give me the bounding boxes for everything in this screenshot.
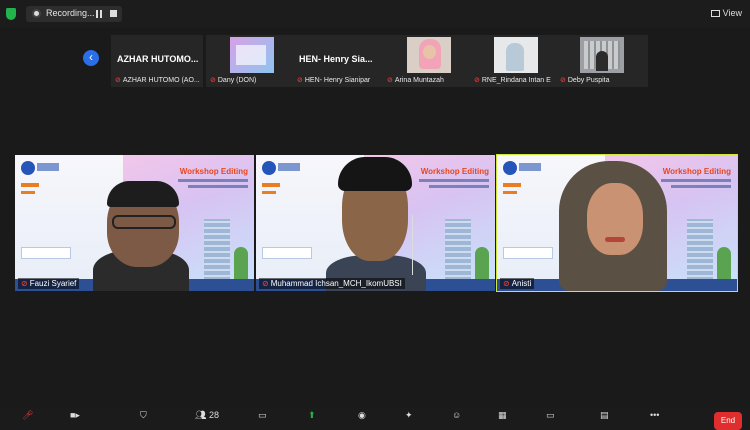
strip-previous-button[interactable]: ‹	[83, 50, 99, 66]
mic-muted-icon: ⊘	[474, 77, 480, 84]
mic-muted-icon: ⊘	[210, 77, 216, 84]
participant-thumb[interactable]: ⊘ Dany (DON)	[206, 35, 298, 87]
mic-muted-icon: ⊘	[560, 77, 566, 84]
mic-muted-icon: ⊘	[115, 77, 121, 84]
record-icon[interactable]: ◉	[358, 410, 366, 424]
participant-name-label: ⊘ Fauzi Syarief	[18, 278, 80, 289]
share-screen-icon[interactable]: ⬆	[308, 410, 316, 424]
university-logo-icon	[503, 161, 517, 175]
video-camera-icon[interactable]: ■▸	[70, 410, 80, 424]
video-tile-active-speaker[interactable]: Workshop Editing ⊘ Anisti	[496, 154, 738, 292]
participant-name-label: ⊘ Dany (DON)	[210, 77, 257, 84]
video-tile[interactable]: Workshop Editing ⊘ Muhammad Ichsan_MCH_Ik…	[256, 155, 495, 291]
end-meeting-button[interactable]: End	[714, 412, 742, 430]
meeting-toolbar	[0, 408, 750, 430]
participant-name-label: ⊘ HEN- Henry Sianipar	[297, 77, 371, 84]
participants-icon: 👥︎	[195, 410, 207, 420]
university-logo-icon	[262, 161, 276, 175]
earphone-cable	[402, 215, 413, 275]
mic-muted-icon: ⊘	[387, 77, 393, 84]
tree-image	[475, 247, 489, 281]
mic-muted-icon: ⊘	[21, 279, 28, 288]
view-label: View	[722, 8, 742, 18]
apps-icon[interactable]: ▦	[498, 410, 507, 424]
building-image	[687, 219, 713, 281]
unmute-mic-icon[interactable]: 🎤︎	[22, 410, 33, 424]
mic-muted-icon: ⊘	[297, 77, 303, 84]
slide-title: Workshop Editing	[179, 167, 248, 176]
participants-count: 28	[208, 410, 219, 420]
view-button[interactable]: View	[710, 8, 742, 18]
participant-thumb[interactable]: ⊘ Arina Muntazah	[383, 35, 475, 87]
participant-name-label: ⊘ Deby Puspita	[560, 77, 610, 84]
participant-video	[407, 37, 451, 73]
participant-video	[580, 37, 624, 73]
participant-thumb[interactable]: ⊘ Deby Puspita	[556, 35, 648, 87]
slide-title: Workshop Editing	[420, 167, 489, 176]
participant-thumb[interactable]: HEN- Henry Sia... ⊘ HEN- Henry Sianipar	[293, 35, 385, 87]
participant-name-label: ⊘ RNE_Rindana Intan E	[474, 77, 551, 84]
lips	[605, 237, 625, 242]
participant-thumb[interactable]: AZHAR HUTOMO... ⊘ AZHAR HUTOMO (AO...	[111, 35, 203, 87]
stop-recording-icon[interactable]	[110, 10, 117, 17]
participant-name-label: ⊘ Anisti	[500, 278, 535, 289]
ai-companion-icon[interactable]: ✦	[405, 410, 413, 424]
whiteboard-icon[interactable]: ▭	[546, 410, 555, 424]
participant-video	[230, 37, 274, 73]
mic-muted-icon: ⊘	[262, 279, 269, 288]
pause-recording-icon[interactable]	[96, 10, 102, 18]
grid-view-icon	[710, 10, 720, 18]
slide-title: Workshop Editing	[662, 167, 731, 176]
building-image	[445, 219, 471, 281]
participant-name-label: ⊘ AZHAR HUTOMO (AO...	[115, 77, 200, 84]
tree-image	[717, 247, 731, 281]
participant-display-name: HEN- Henry Sia...	[299, 54, 373, 64]
tree-image	[234, 247, 248, 281]
participant-name-label: ⊘ Muhammad Ichsan_MCH_IkomUBSI	[259, 278, 405, 289]
participant-thumb[interactable]: ⊘ RNE_Rindana Intan E	[470, 35, 562, 87]
university-logo-icon	[21, 161, 35, 175]
glasses	[112, 215, 176, 229]
more-icon[interactable]: •••	[650, 410, 659, 424]
participants-button[interactable]: 👥︎ 28	[195, 410, 219, 424]
building-image	[204, 219, 230, 281]
chat-icon[interactable]: ▭	[258, 410, 267, 424]
reactions-icon[interactable]: ☺	[452, 410, 461, 424]
recording-label: Recording...	[46, 8, 95, 18]
participant-video	[494, 37, 538, 73]
shield-icon[interactable]	[6, 8, 16, 20]
notes-icon[interactable]: ▤	[600, 410, 609, 424]
mic-muted-icon: ⊘	[503, 279, 510, 288]
security-icon[interactable]: ⛉	[140, 410, 147, 424]
participant-display-name: AZHAR HUTOMO...	[117, 54, 199, 64]
recording-indicator-icon	[32, 9, 41, 18]
video-tile[interactable]: Workshop Editing ⊘ Fauzi Syarief	[15, 155, 254, 291]
participant-name-label: ⊘ Arina Muntazah	[387, 77, 444, 84]
participant-face	[587, 183, 643, 255]
